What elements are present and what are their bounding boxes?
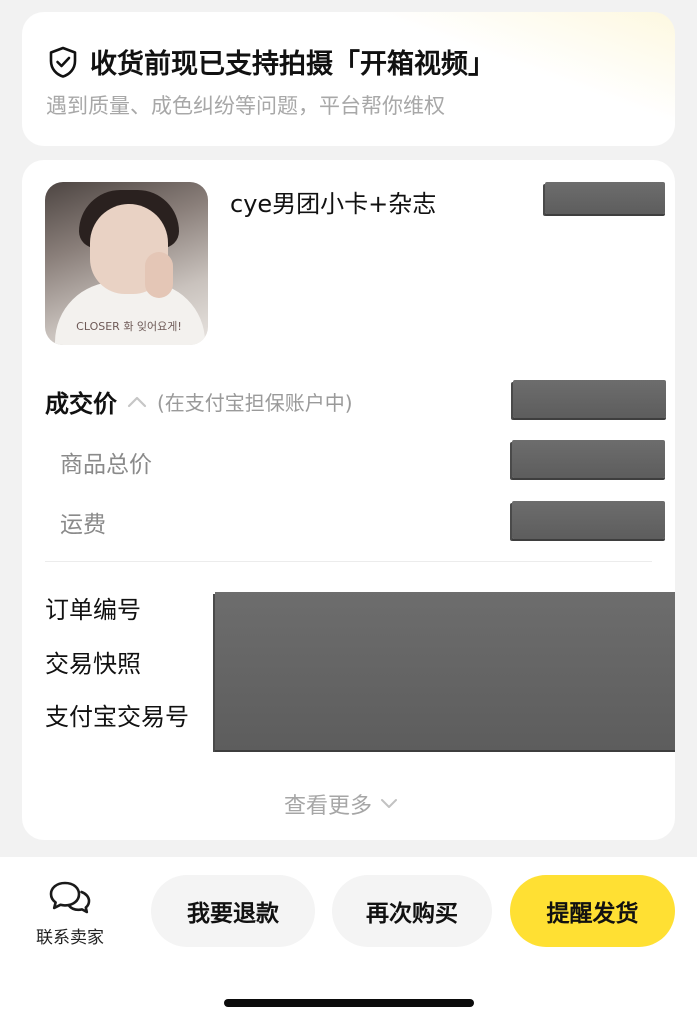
divider: [45, 561, 652, 562]
view-more-button[interactable]: 查看更多: [284, 788, 398, 820]
subtotal-label: 商品总价: [60, 452, 152, 478]
notice-subtitle: 遇到质量、成色纠纷等问题，平台帮你维权: [46, 94, 445, 118]
deal-price-label: 成交价: [45, 390, 117, 418]
contact-seller-label: 联系卖家: [36, 928, 104, 948]
home-indicator[interactable]: [224, 999, 474, 1007]
alipay-number-label: 支付宝交易号: [45, 703, 189, 731]
product-title[interactable]: cye男团小卡+杂志: [230, 184, 436, 219]
order-number-label: 订单编号: [45, 596, 141, 624]
redacted-order-info: [215, 592, 675, 750]
refund-button[interactable]: 我要退款: [151, 875, 315, 947]
snapshot-label[interactable]: 交易快照: [45, 644, 141, 679]
redacted-price: [545, 182, 665, 214]
shield-check-icon: [49, 46, 77, 78]
notice-title-row: 收货前现已支持拍摄「开箱视频」: [48, 42, 495, 81]
rebuy-button[interactable]: 再次购买: [332, 875, 492, 947]
redacted-deal-price: [513, 380, 666, 418]
notice-title: 收货前现已支持拍摄「开箱视频」: [90, 49, 495, 80]
bottom-action-bar: 联系卖家 我要退款 再次购买 提醒发货: [0, 857, 697, 1024]
product-thumbnail[interactable]: CLOSER 화 잊어요게!: [45, 182, 208, 345]
remind-ship-button[interactable]: 提醒发货: [510, 875, 675, 947]
deal-price-note: (在支付宝担保账户中): [157, 391, 353, 415]
redacted-shipping: [512, 501, 665, 539]
thumbnail-caption: CLOSER 화 잊어요게!: [76, 320, 182, 333]
contact-seller-button[interactable]: 联系卖家: [22, 879, 118, 948]
view-more-label: 查看更多: [284, 794, 373, 819]
order-detail-card: CLOSER 화 잊어요게! cye男团小卡+杂志 成交价 (在支付宝担保账户中…: [22, 160, 675, 840]
redacted-subtotal: [512, 440, 665, 478]
shipping-label: 运费: [60, 512, 106, 538]
unboxing-video-notice[interactable]: 收货前现已支持拍摄「开箱视频」 遇到质量、成色纠纷等问题，平台帮你维权: [22, 12, 675, 146]
deal-price-row[interactable]: 成交价 (在支付宝担保账户中): [45, 384, 353, 419]
chevron-down-icon: [381, 799, 398, 808]
chat-bubbles-icon: [49, 881, 91, 914]
chevron-up-icon[interactable]: [127, 395, 147, 409]
